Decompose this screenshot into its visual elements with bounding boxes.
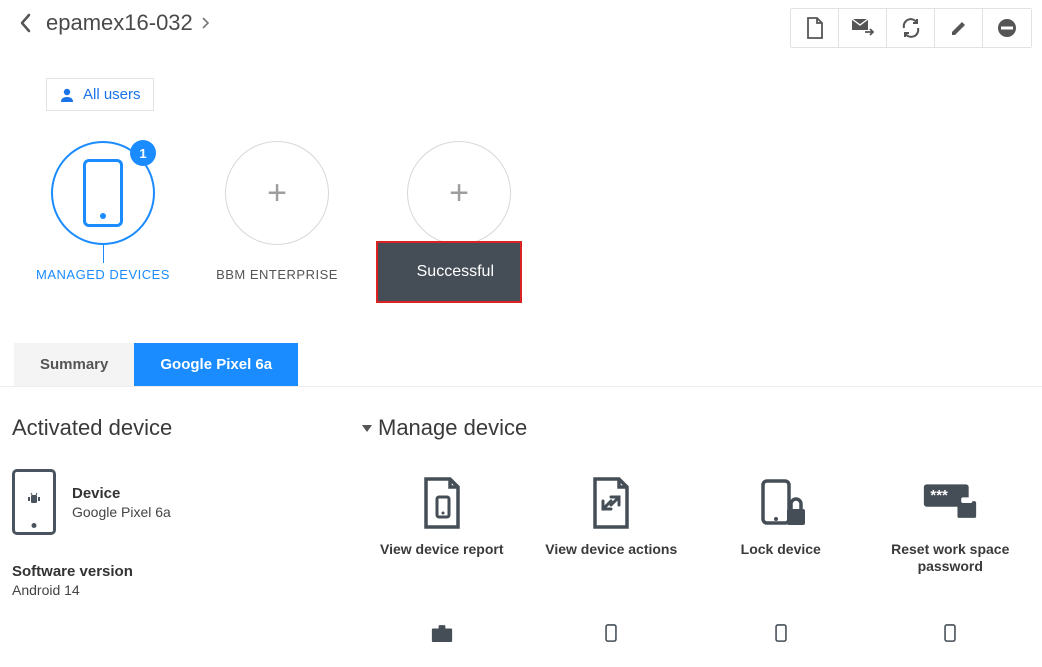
lock-icon — [753, 475, 809, 531]
next-action-2[interactable] — [532, 599, 692, 667]
device-label: Device — [72, 485, 171, 502]
reset-pw-label: Reset work space password — [877, 541, 1025, 575]
refresh-icon — [900, 17, 922, 39]
phone-icon — [83, 159, 123, 227]
view-device-actions-action[interactable]: View device actions — [532, 469, 692, 581]
plus-icon: + — [449, 176, 469, 210]
software-version-label: Software version — [12, 563, 332, 580]
briefcase-icon — [414, 605, 470, 661]
new-document-button[interactable] — [791, 9, 839, 47]
all-users-button[interactable]: All users — [46, 78, 154, 111]
person-icon — [59, 87, 75, 103]
svg-text:***: *** — [931, 487, 949, 504]
device-model: Google Pixel 6a — [72, 504, 171, 520]
tab-summary[interactable]: Summary — [14, 343, 134, 386]
managed-devices-label: MANAGED DEVICES — [36, 267, 170, 282]
pencil-icon — [949, 18, 969, 38]
forward-caret-icon[interactable] — [199, 16, 210, 30]
mail-arrow-icon — [851, 18, 875, 38]
refresh-button[interactable] — [887, 9, 935, 47]
toolbar — [790, 8, 1032, 48]
view-actions-label: View device actions — [545, 541, 677, 558]
bbm-enterprise-label: BBM ENTERPRISE — [216, 267, 338, 282]
disable-button[interactable] — [983, 9, 1031, 47]
breadcrumb: epamex16-032 — [12, 8, 210, 38]
phone-file-icon — [753, 605, 809, 661]
back-chevron-icon[interactable] — [12, 8, 40, 38]
next-action-4[interactable] — [871, 599, 1031, 667]
phone-small-icon — [583, 605, 639, 661]
all-users-label: All users — [83, 86, 141, 103]
managed-devices-circle[interactable]: 1 MANAGED DEVICES — [48, 141, 158, 282]
success-toast: Successful — [376, 241, 522, 303]
software-version-value: Android 14 — [12, 582, 332, 598]
edit-button[interactable] — [935, 9, 983, 47]
lock-label: Lock device — [741, 541, 821, 558]
next-action-3[interactable] — [701, 599, 861, 667]
check-icon — [404, 263, 405, 281]
view-device-report-action[interactable]: View device report — [362, 469, 522, 581]
reset-workspace-password-action[interactable]: *** Reset work space password — [871, 469, 1031, 581]
manage-device-title: Manage device — [378, 415, 527, 441]
manage-device-heading[interactable]: Manage device — [362, 415, 1030, 441]
tab-device[interactable]: Google Pixel 6a — [134, 343, 298, 386]
phone-small-icon — [922, 605, 978, 661]
add-circle[interactable]: + — [407, 141, 511, 245]
toast-label: Successful — [417, 263, 494, 281]
device-count-badge: 1 — [130, 140, 156, 166]
report-icon — [414, 475, 470, 531]
lock-device-action[interactable]: Lock device — [701, 469, 861, 581]
android-phone-icon — [12, 469, 56, 535]
bbm-enterprise-circle[interactable]: + BBM ENTERPRISE — [222, 141, 332, 282]
password-icon: *** — [922, 475, 978, 531]
device-tabs: Summary Google Pixel 6a — [0, 343, 1042, 387]
next-action-1[interactable] — [362, 599, 522, 667]
view-report-label: View device report — [380, 541, 503, 558]
activated-device-heading: Activated device — [12, 415, 332, 441]
remove-circle-icon — [996, 17, 1018, 39]
chevron-down-icon — [362, 425, 372, 432]
document-icon — [805, 17, 825, 39]
page-title: epamex16-032 — [46, 10, 193, 36]
actions-icon — [583, 475, 639, 531]
plus-icon: + — [267, 176, 287, 210]
send-mail-button[interactable] — [839, 9, 887, 47]
activated-device-info: Device Google Pixel 6a — [12, 469, 332, 535]
